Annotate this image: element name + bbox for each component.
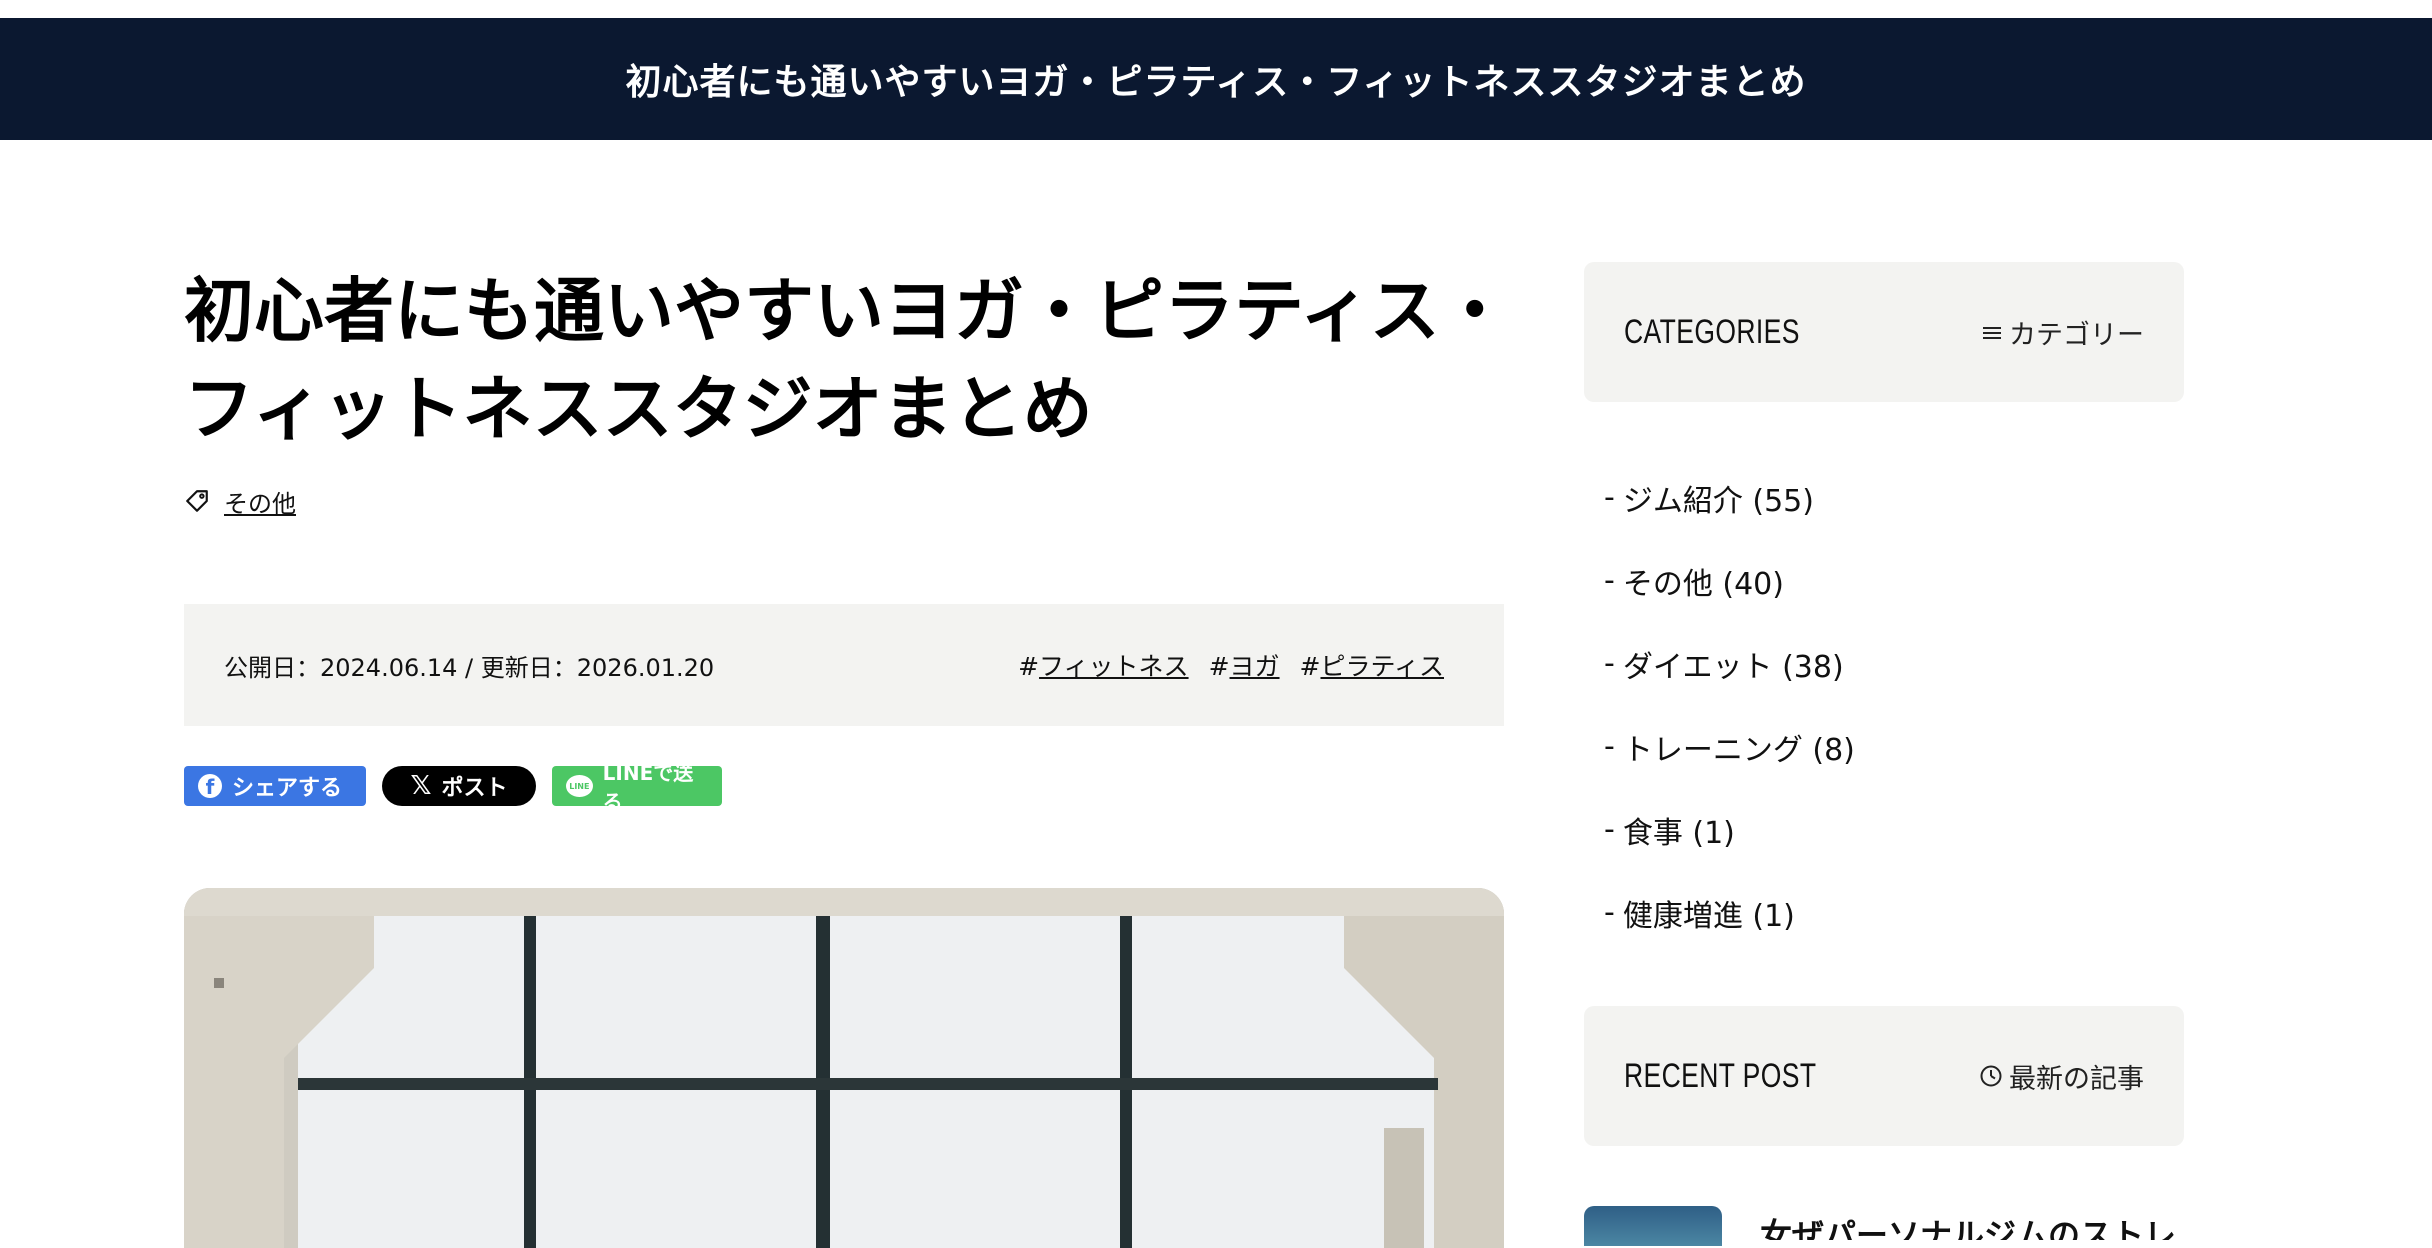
post-title-line1: 初心者にも通いやすいヨガ・ピラティス・ — [184, 270, 1510, 352]
category-item-label[interactable]: その他 (40) — [1623, 559, 1784, 603]
recent-post-title[interactable]: 女ぜパーソナルジムのストレッチ — [1760, 1210, 2180, 1240]
category-item-label[interactable]: 健康増進 (1) — [1623, 891, 1795, 935]
clock-icon — [1980, 1065, 2002, 1087]
category-item[interactable]: - その他 (40) — [1604, 539, 1855, 622]
tag-link[interactable]: #フィットネス — [1018, 647, 1188, 683]
post-tags: #フィットネス #ヨガ #ピラティス — [1018, 647, 1444, 683]
post-title: 初心者にも通いやすいヨガ・ピラティス・ フィットネススタジオまとめ — [184, 262, 1514, 458]
categories-sub-label: カテゴリー — [2009, 319, 2144, 351]
post-title-line2: フィットネススタジオまとめ — [184, 368, 1093, 450]
categories-panel: CATEGORIES カテゴリー — [1584, 262, 2184, 402]
category-link[interactable]: その他 — [224, 484, 296, 519]
facebook-share-button[interactable]: f シェアする — [184, 766, 366, 806]
x-post-button[interactable]: 𝕏 ポスト — [382, 766, 536, 806]
recent-post-panel: RECENT POST 最新の記事 — [1584, 1006, 2184, 1146]
category-item[interactable]: - トレーニング (8) — [1604, 705, 1855, 788]
top-strip — [0, 0, 2432, 18]
category-item-label[interactable]: 食事 (1) — [1623, 808, 1735, 852]
category-item[interactable]: - ダイエット (38) — [1604, 622, 1855, 705]
site-title[interactable]: 初心者にも通いやすいヨガ・ピラティス・フィットネススタジオまとめ — [625, 53, 1806, 105]
line-icon: LINE — [566, 775, 593, 797]
menu-icon — [1983, 327, 2001, 339]
categories-heading: CATEGORIES — [1624, 312, 1800, 351]
category-item[interactable]: - 健康増進 (1) — [1604, 871, 1855, 954]
site-header: 初心者にも通いやすいヨガ・ピラティス・フィットネススタジオまとめ — [0, 18, 2432, 140]
tag-link[interactable]: #ピラティス — [1300, 647, 1444, 683]
facebook-icon: f — [198, 774, 222, 798]
category-item-label[interactable]: トレーニング (8) — [1623, 725, 1855, 769]
post-category: その他 — [184, 484, 296, 518]
tag-icon — [186, 490, 208, 512]
line-send-button[interactable]: LINE LINEで送る — [552, 761, 722, 814]
category-item-label[interactable]: ジム紹介 (55) — [1623, 476, 1814, 520]
recent-post-thumbnail[interactable] — [1584, 1206, 1722, 1246]
window-photo — [184, 888, 1504, 1248]
category-item[interactable]: - 食事 (1) — [1604, 788, 1855, 871]
recent-post-sub-label: 最新の記事 — [2009, 1063, 2144, 1095]
categories-subheading: カテゴリー — [1981, 313, 2144, 352]
post-dates: 公開日：2024.06.14 / 更新日：2026.01.20 — [224, 653, 715, 682]
x-icon: 𝕏 — [410, 771, 432, 801]
post-meta: 公開日：2024.06.14 / 更新日：2026.01.20 #フィットネス … — [184, 604, 1504, 726]
recent-post-heading: RECENT POST — [1624, 1056, 1817, 1095]
category-item[interactable]: - ジム紹介 (55) — [1604, 456, 1855, 539]
hero-image — [184, 888, 1504, 1248]
category-list: - ジム紹介 (55) - その他 (40) - ダイエット (38) - トレーニング… — [1604, 456, 1855, 954]
facebook-share-label: シェアする — [232, 776, 343, 801]
share-buttons: f シェアする 𝕏 ポスト LINE LINEで送る — [184, 761, 722, 814]
tag-link[interactable]: #ヨガ — [1209, 647, 1280, 683]
line-send-label: LINEで送る — [602, 761, 694, 814]
category-item-label[interactable]: ダイエット (38) — [1623, 642, 1844, 686]
x-post-label: ポスト — [441, 776, 508, 801]
recent-post-subheading: 最新の記事 — [1979, 1057, 2144, 1096]
